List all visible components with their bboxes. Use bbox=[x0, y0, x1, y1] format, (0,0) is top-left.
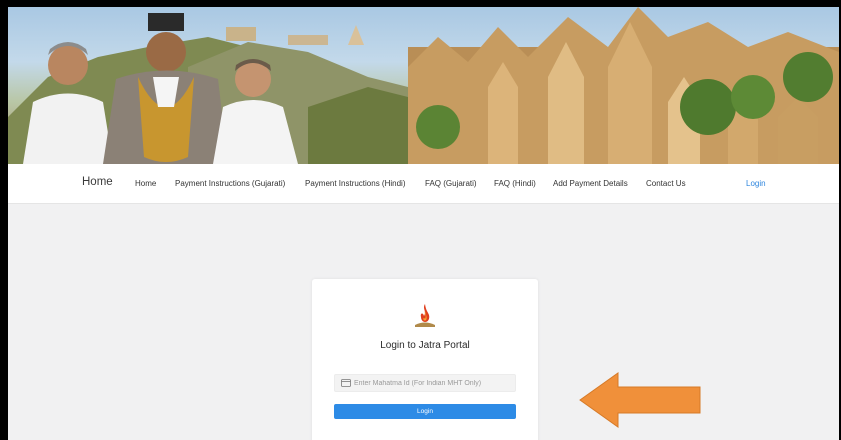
login-title: Login to Jatra Portal bbox=[380, 340, 470, 351]
nav-item-payment-instructions-gujarati[interactable]: Payment Instructions (Gujarati) bbox=[175, 179, 285, 188]
nav-item-contact-us[interactable]: Contact Us bbox=[646, 179, 686, 188]
nav-item-faq-hindi[interactable]: FAQ (Hindi) bbox=[494, 179, 536, 188]
banner-illustration bbox=[8, 7, 839, 164]
login-button[interactable]: Login bbox=[334, 404, 516, 419]
nav-item-faq-gujarati[interactable]: FAQ (Gujarati) bbox=[425, 179, 477, 188]
orange-left-arrow-annotation bbox=[579, 372, 701, 428]
navbar-brand-home[interactable]: Home bbox=[82, 176, 113, 188]
mahatma-id-input[interactable] bbox=[354, 375, 514, 391]
flame-logo-icon bbox=[415, 304, 435, 327]
header-banner-image bbox=[8, 7, 839, 164]
screenshot-frame: Home Home Payment Instructions (Gujarati… bbox=[0, 0, 841, 440]
login-card: Login to Jatra Portal Login bbox=[312, 279, 538, 440]
top-navbar: Home Home Payment Instructions (Gujarati… bbox=[8, 164, 839, 204]
nav-item-home[interactable]: Home bbox=[135, 179, 156, 188]
nav-item-login[interactable]: Login bbox=[746, 179, 766, 188]
id-card-icon bbox=[341, 379, 351, 387]
nav-item-add-payment-details[interactable]: Add Payment Details bbox=[553, 179, 628, 188]
nav-item-payment-instructions-hindi[interactable]: Payment Instructions (Hindi) bbox=[305, 179, 405, 188]
mahatma-id-field[interactable] bbox=[334, 374, 516, 392]
browser-viewport: Home Home Payment Instructions (Gujarati… bbox=[8, 7, 839, 440]
